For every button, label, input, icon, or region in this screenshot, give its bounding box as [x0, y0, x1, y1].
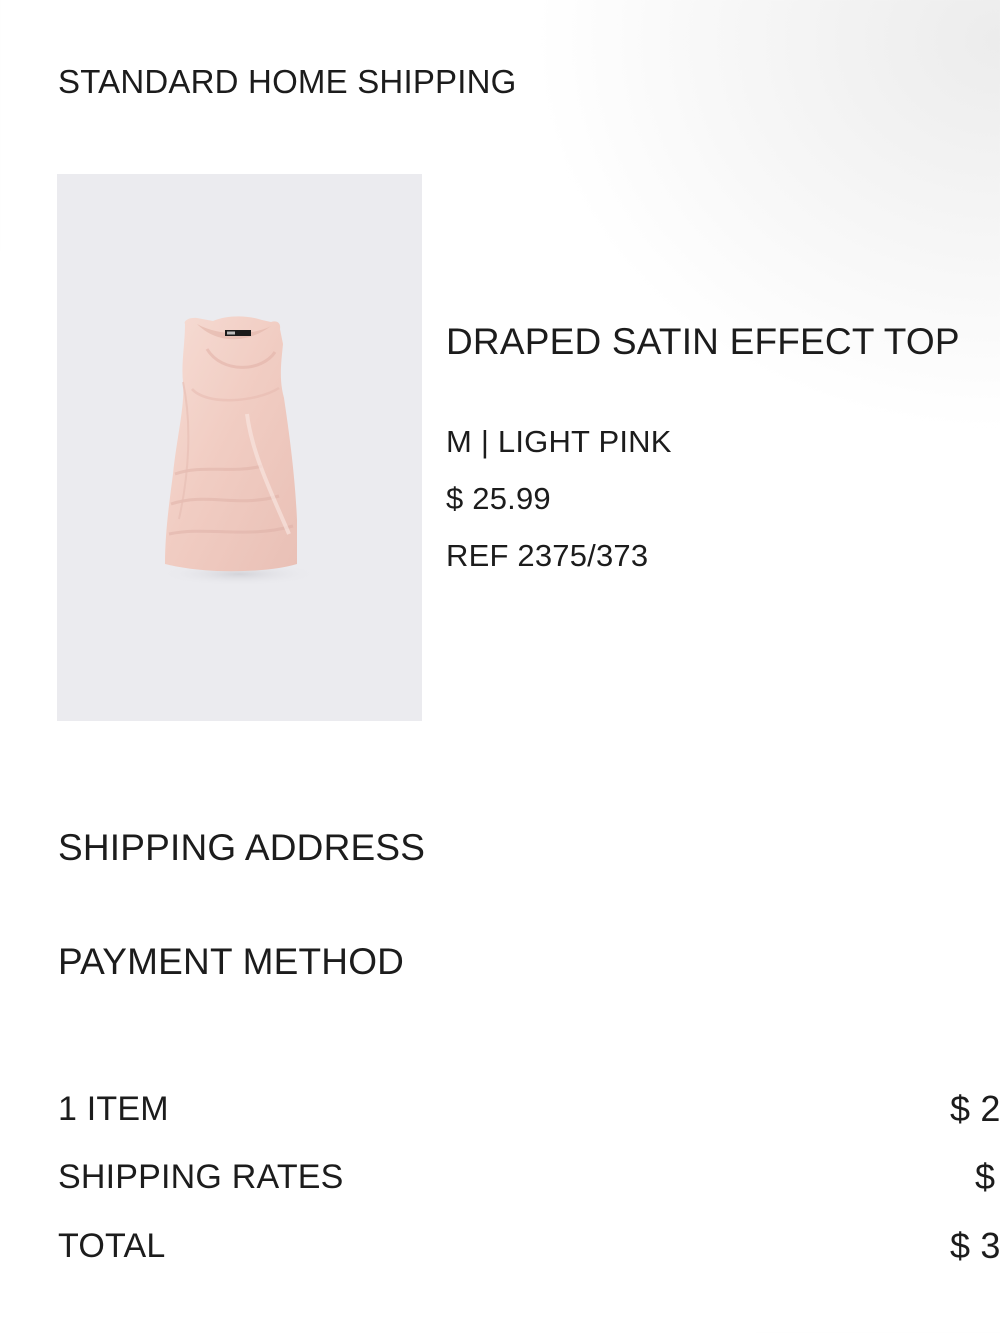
payment-method-section[interactable]: PAYMENT METHOD: [58, 942, 404, 982]
product-image[interactable]: [57, 174, 422, 721]
shipping-method-title: STANDARD HOME SHIPPING: [58, 63, 517, 100]
summary-shipping-value: $: [975, 1156, 996, 1197]
product-price: $ 25.99: [446, 481, 551, 516]
pink-satin-top-photo: [159, 316, 319, 586]
product-variant: M | LIGHT PINK: [446, 424, 672, 459]
summary-total-label: TOTAL: [58, 1227, 166, 1265]
product-name[interactable]: DRAPED SATIN EFFECT TOP: [446, 322, 960, 362]
summary-items-value: $ 2: [950, 1088, 1000, 1129]
summary-total-value: $ 3: [950, 1225, 1000, 1266]
summary-shipping-label: SHIPPING RATES: [58, 1158, 344, 1196]
product-ref: REF 2375/373: [446, 538, 649, 573]
shipping-address-section[interactable]: SHIPPING ADDRESS: [58, 828, 425, 868]
summary-items-label: 1 ITEM: [58, 1090, 169, 1128]
